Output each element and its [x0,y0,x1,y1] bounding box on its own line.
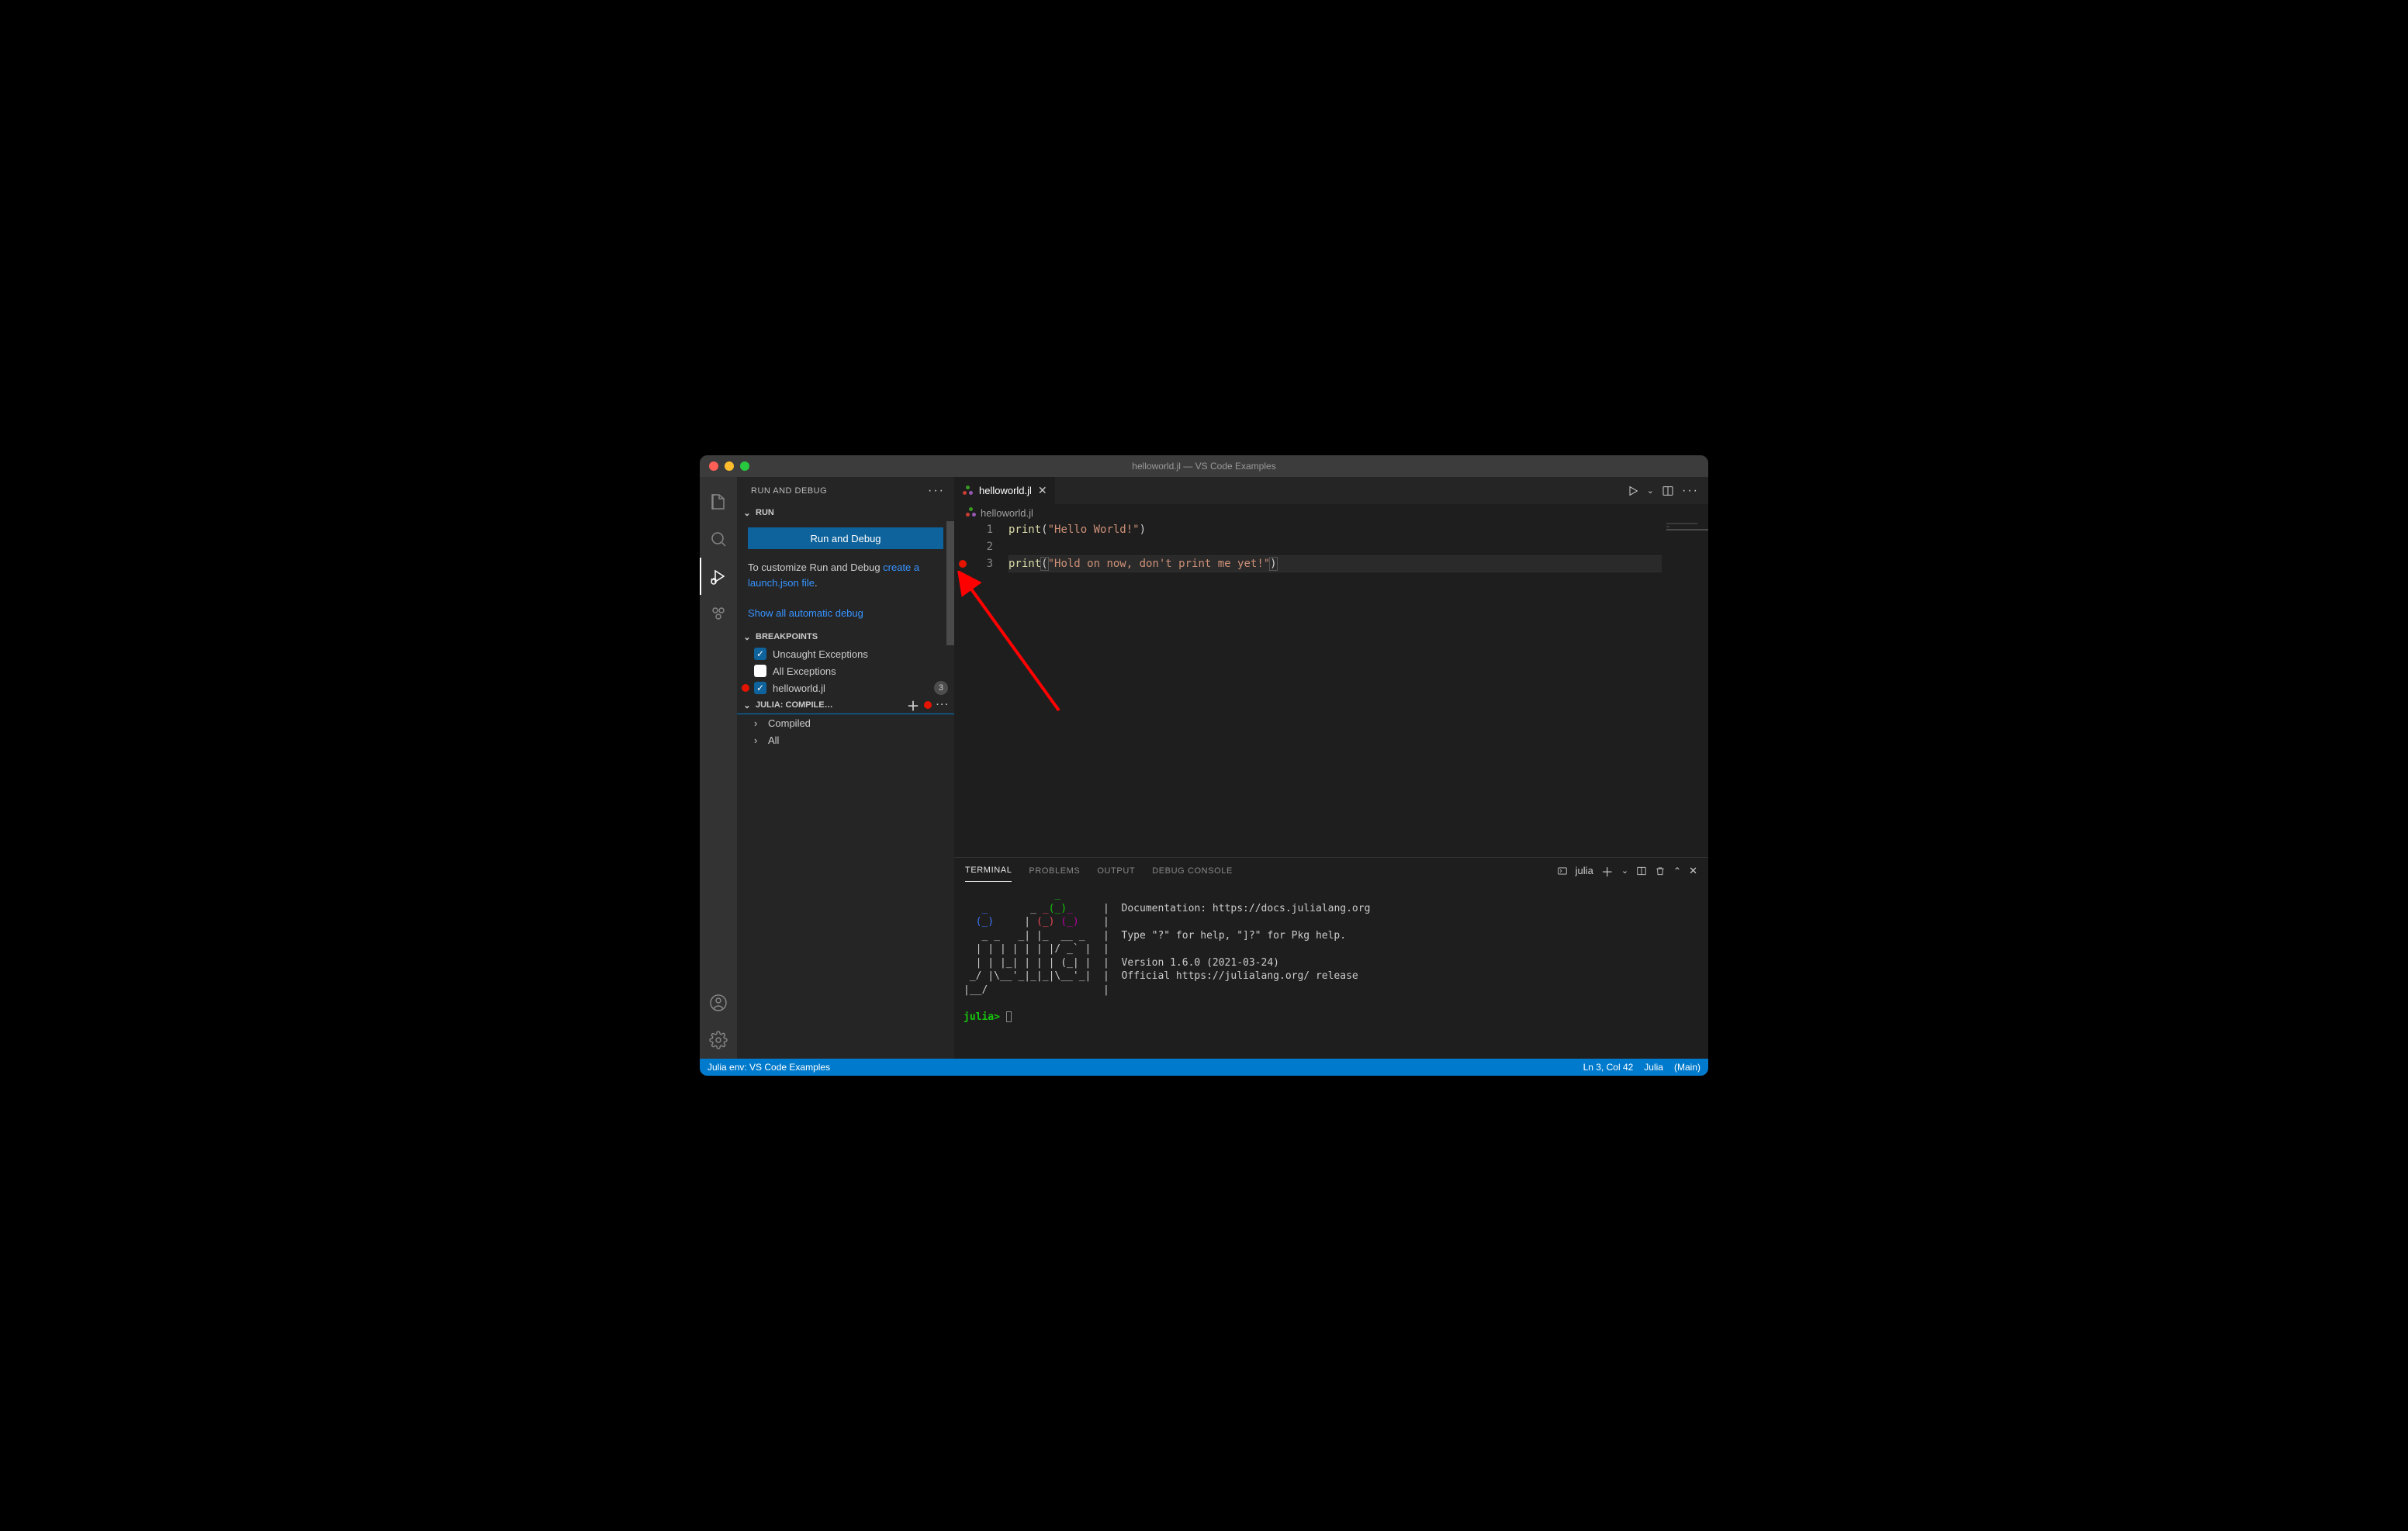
record-icon[interactable] [924,701,932,709]
minimap[interactable] [1662,521,1708,857]
run-dropdown-icon[interactable]: ⌄ [1647,486,1654,496]
terminal-launch-icon[interactable] [1557,866,1568,876]
code-editor[interactable]: 123 print("Hello World!")print("Hold on … [954,521,1708,857]
tab-helloworld[interactable]: helloworld.jl ✕ [954,477,1056,504]
settings-gear-icon[interactable] [700,1021,737,1059]
code-content[interactable]: print("Hello World!")print("Hold on now,… [1009,521,1708,857]
julia-file-icon [962,486,973,496]
breakpoint-dot-icon[interactable] [959,560,967,568]
breadcrumb-file: helloworld.jl [981,507,1033,519]
breakpoint-dot-icon [742,684,749,692]
scrollbar[interactable] [946,521,954,645]
split-terminal-icon[interactable] [1636,866,1647,876]
checkbox-unchecked-icon[interactable] [754,665,766,677]
extensions-icon[interactable] [700,595,737,632]
panel-more-icon[interactable]: ··· [928,484,945,498]
bottom-panel: TERMINAL PROBLEMS OUTPUT DEBUG CONSOLE j… [954,857,1708,1059]
julia-compiled-section-header[interactable]: ⌄ JULIA: COMPILE… ＋ ··· [737,696,954,714]
panel-tabs: TERMINAL PROBLEMS OUTPUT DEBUG CONSOLE j… [954,858,1708,883]
more-icon[interactable]: ··· [936,700,950,710]
run-help-text: To customize Run and Debug create a laun… [748,560,943,620]
kill-terminal-icon[interactable] [1655,866,1666,876]
julia-compiled-title: JULIA: COMPILE… [756,700,904,710]
tree-item-compiled[interactable]: › Compiled [737,714,954,731]
tree-item-all[interactable]: › All [737,731,954,748]
close-panel-icon[interactable]: ✕ [1689,865,1697,877]
run-debug-icon[interactable] [700,558,737,595]
julia-file-icon [965,507,976,518]
status-bar: Julia env: VS Code Examples Ln 3, Col 42… [700,1059,1708,1076]
breakpoint-uncaught-exceptions[interactable]: ✓ Uncaught Exceptions [737,645,954,662]
panel-title: RUN AND DEBUG [751,486,827,496]
panel-tab-terminal[interactable]: TERMINAL [965,859,1012,882]
chevron-down-icon: ⌄ [742,632,752,642]
show-auto-debug-link[interactable]: Show all automatic debug [748,607,863,619]
breakpoints-section-title: BREAKPOINTS [756,632,950,641]
status-language[interactable]: Julia [1644,1062,1663,1073]
split-editor-icon[interactable] [1662,485,1674,497]
editor-actions: ⌄ ··· [1627,477,1708,504]
search-icon[interactable] [700,520,737,558]
breakpoint-file-row[interactable]: ✓ helloworld.jl 3 [737,679,954,696]
panel-tab-output[interactable]: OUTPUT [1097,860,1135,882]
run-debug-panel: RUN AND DEBUG ··· ⌄ RUN Run and Debug To… [737,477,954,1059]
run-file-icon[interactable] [1627,485,1639,497]
editor-area: helloworld.jl ✕ ⌄ ··· [954,477,1708,1059]
accounts-icon[interactable] [700,984,737,1021]
line-gutter[interactable]: 123 [954,521,1009,857]
status-cursor-position[interactable]: Ln 3, Col 42 [1583,1062,1634,1073]
terminal-name[interactable]: julia [1576,865,1593,876]
checkbox-checked-icon[interactable]: ✓ [754,648,766,660]
compiled-tree: › Compiled › All [737,714,954,1059]
maximize-panel-icon[interactable]: ⌃ [1673,866,1681,876]
new-terminal-icon[interactable]: ＋ [1601,862,1614,880]
panel-header: RUN AND DEBUG ··· [737,477,954,504]
terminal-content[interactable]: _ _ _ _(_)_ | Documentation: https://doc… [954,883,1708,1059]
vscode-window: helloworld.jl — VS Code Examples [700,455,1708,1076]
tab-label: helloworld.jl [979,485,1032,496]
panel-tab-problems[interactable]: PROBLEMS [1029,860,1080,882]
terminal-dropdown-icon[interactable]: ⌄ [1621,866,1628,876]
panel-tab-debug-console[interactable]: DEBUG CONSOLE [1152,860,1233,882]
breakpoint-all-exceptions[interactable]: All Exceptions [737,662,954,679]
chevron-right-icon: › [754,734,763,746]
chevron-right-icon: › [754,717,763,729]
titlebar: helloworld.jl — VS Code Examples [700,455,1708,477]
explorer-icon[interactable] [700,483,737,520]
run-and-debug-button[interactable]: Run and Debug [748,527,943,549]
breakpoints-section-header[interactable]: ⌄ BREAKPOINTS [737,628,954,645]
status-branch[interactable]: (Main) [1674,1062,1700,1073]
editor-tabs: helloworld.jl ✕ ⌄ ··· [954,477,1708,504]
run-section-header[interactable]: ⌄ RUN [737,504,954,521]
chevron-down-icon: ⌄ [742,508,752,518]
status-julia-env[interactable]: Julia env: VS Code Examples [708,1062,830,1073]
breadcrumb[interactable]: helloworld.jl [954,504,1708,521]
editor-more-icon[interactable]: ··· [1682,484,1699,498]
window-title: helloworld.jl — VS Code Examples [700,461,1708,472]
close-tab-icon[interactable]: ✕ [1038,484,1047,497]
breakpoint-line-badge: 3 [934,681,948,695]
chevron-down-icon: ⌄ [742,700,752,710]
activity-bar [700,477,737,1059]
checkbox-checked-icon[interactable]: ✓ [754,682,766,694]
add-icon[interactable]: ＋ [907,696,919,714]
run-section-body: Run and Debug To customize Run and Debug… [737,521,954,628]
run-section-title: RUN [756,508,950,517]
